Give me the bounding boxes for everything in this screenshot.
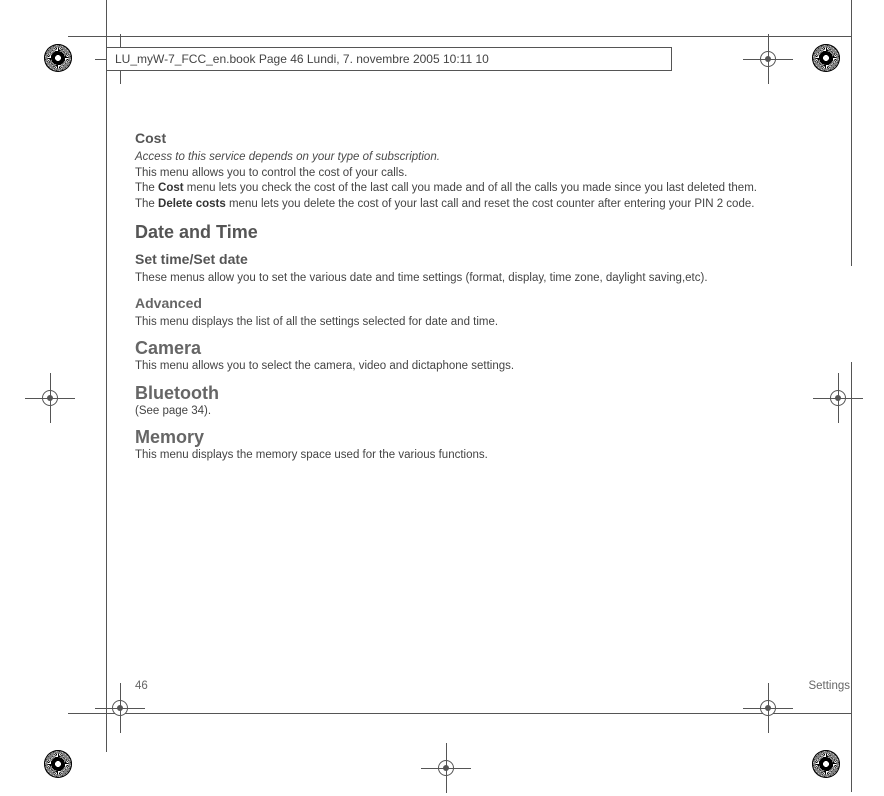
trim-line-bottom xyxy=(68,713,851,714)
crop-target-3 xyxy=(42,390,58,406)
text: menu lets you delete the cost of your la… xyxy=(226,198,755,210)
crop-target-5 xyxy=(112,700,128,716)
cost-body-3: The Delete costs menu lets you delete th… xyxy=(135,197,850,213)
page-content: Cost Access to this service depends on y… xyxy=(135,130,850,464)
settime-body: These menus allow you to set the various… xyxy=(135,271,850,287)
heading-bluetooth: Bluetooth xyxy=(135,383,850,404)
trim-line-right xyxy=(851,0,852,266)
crop-target-6 xyxy=(438,760,454,776)
heading-datetime: Date and Time xyxy=(135,222,850,243)
cost-bold: Cost xyxy=(158,182,184,194)
registration-star-tl xyxy=(44,44,72,72)
crop-target-7 xyxy=(760,700,776,716)
heading-cost: Cost xyxy=(135,130,850,146)
bluetooth-body: (See page 34). xyxy=(135,404,850,420)
trim-line-right2 xyxy=(851,362,852,792)
memory-body: This menu displays the memory space used… xyxy=(135,448,850,464)
cost-body-2: The Cost menu lets you check the cost of… xyxy=(135,181,850,197)
registration-star-tr xyxy=(812,44,840,72)
page-footer: 46 Settings xyxy=(135,680,850,692)
registration-star-bl xyxy=(44,750,72,778)
page-header-info: LU_myW-7_FCC_en.book Page 46 Lundi, 7. n… xyxy=(106,47,672,71)
text: menu lets you check the cost of the last… xyxy=(184,182,757,194)
text: The xyxy=(135,182,158,194)
cost-body-1: This menu allows you to control the cost… xyxy=(135,166,850,182)
heading-camera: Camera xyxy=(135,338,850,359)
deletecosts-bold: Delete costs xyxy=(158,198,226,210)
camera-body: This menu allows you to select the camer… xyxy=(135,359,850,375)
section-name: Settings xyxy=(808,680,850,692)
heading-memory: Memory xyxy=(135,427,850,448)
crop-target-2 xyxy=(760,51,776,67)
cost-note: Access to this service depends on your t… xyxy=(135,150,850,166)
page-number: 46 xyxy=(135,680,148,692)
advanced-body: This menu displays the list of all the s… xyxy=(135,315,850,331)
trim-line-top xyxy=(68,36,851,37)
subheading-advanced: Advanced xyxy=(135,295,850,311)
subheading-settime: Set time/Set date xyxy=(135,251,850,267)
text: The xyxy=(135,198,158,210)
registration-star-br xyxy=(812,750,840,778)
trim-line-left xyxy=(106,0,107,752)
